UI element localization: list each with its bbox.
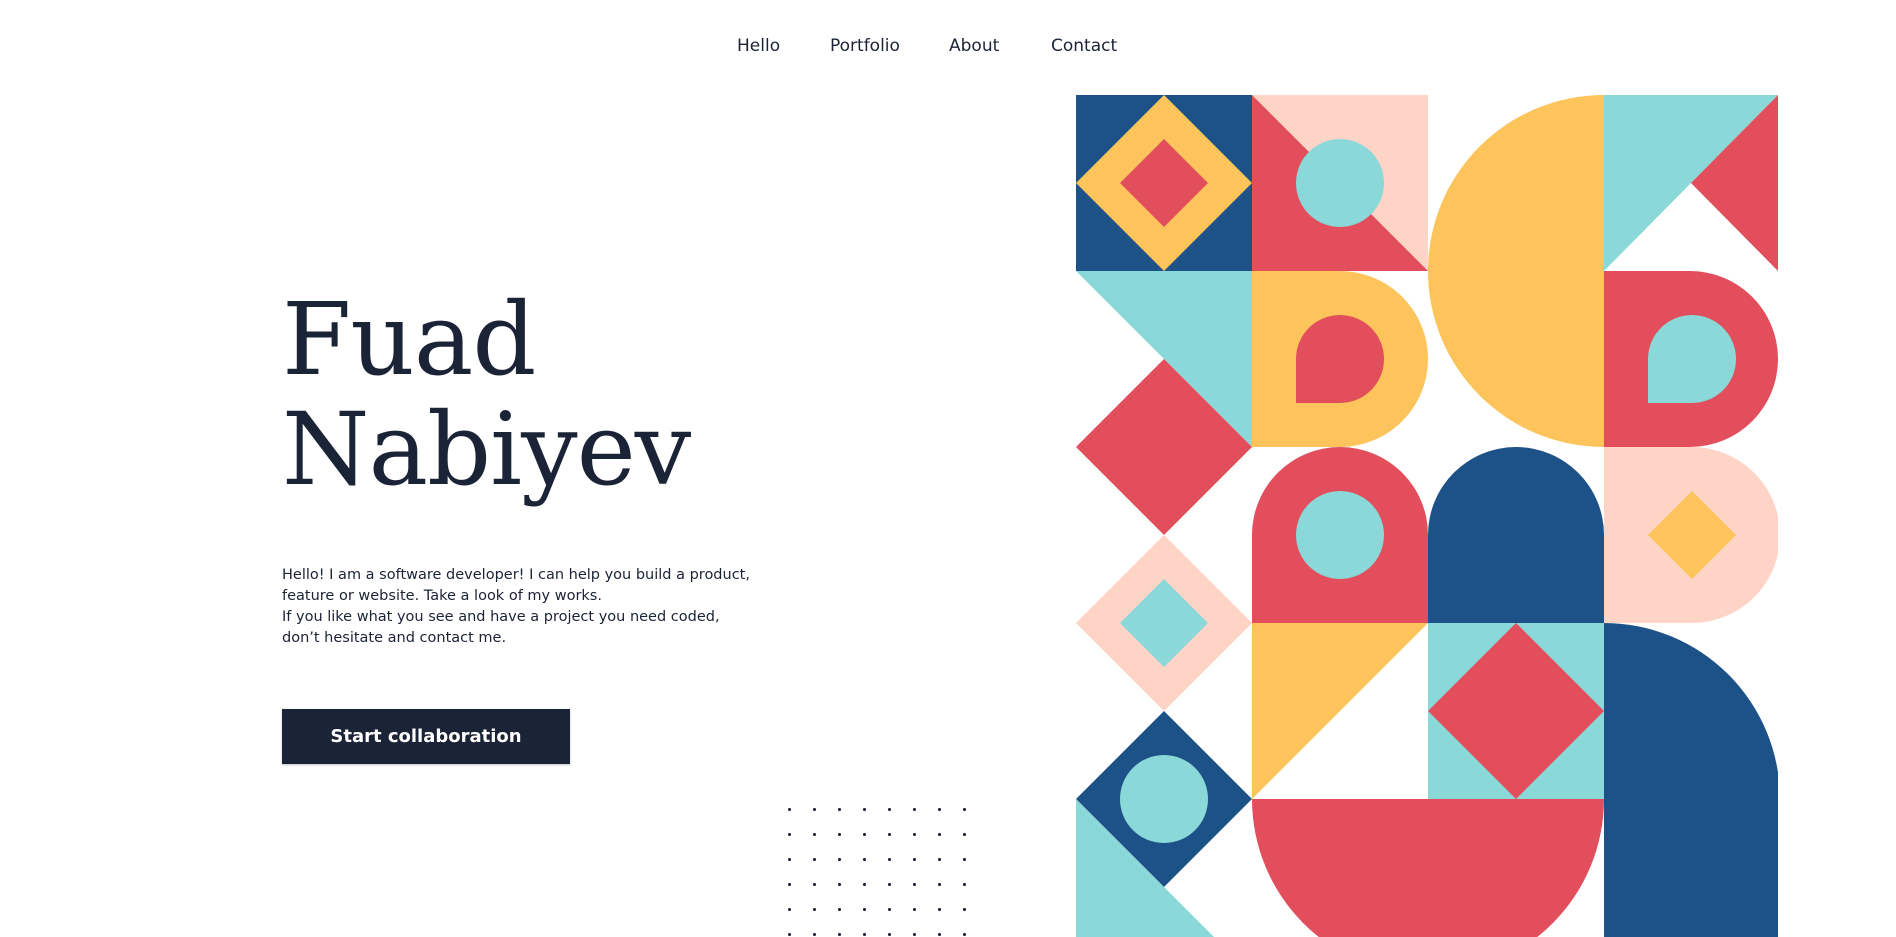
tile-navy-diamond <box>1076 95 1252 271</box>
tile-coral-bowl <box>1252 799 1604 937</box>
tile-teal-triangles <box>1604 95 1778 271</box>
tile-peach-diamond <box>1076 535 1252 711</box>
nav-link-hello[interactable]: Hello <box>737 34 780 58</box>
tile-teal-coral-square <box>1428 623 1604 799</box>
start-collaboration-button[interactable]: Start collaboration <box>282 709 570 764</box>
tile-teal-coral-diamond <box>1076 271 1252 535</box>
nav-link-contact[interactable]: Contact <box>1051 34 1117 58</box>
intro-paragraph-1: Hello! I am a software developer! I can … <box>282 567 750 604</box>
intro-paragraph-2: If you like what you see and have a proj… <box>282 609 720 646</box>
tile-coral-drop <box>1604 271 1778 447</box>
intro-text: Hello! I am a software developer! I can … <box>282 565 752 649</box>
hero-last-name: Nabiyev <box>282 391 691 508</box>
main-nav: Hello Portfolio About Contact <box>0 34 1896 58</box>
nav-link-portfolio[interactable]: Portfolio <box>830 34 900 58</box>
tile-peach-circle <box>1252 95 1428 271</box>
tile-navy-large-half-circle <box>1604 623 1778 937</box>
hero-first-name: Fuad <box>282 281 536 398</box>
nav-link-about[interactable]: About <box>949 34 999 58</box>
hero-name: Fuad Nabiyev <box>282 281 691 508</box>
tile-gold-triangle <box>1252 623 1428 799</box>
tile-peach-circle-diamond <box>1604 447 1778 623</box>
dot-grid-decoration <box>777 797 967 937</box>
geometric-pattern-illustration <box>1076 95 1778 937</box>
tile-gold-half-circle <box>1428 95 1604 447</box>
tile-gold-drop <box>1252 271 1428 447</box>
tile-navy-arch <box>1428 447 1604 623</box>
tile-coral-arch <box>1252 447 1428 623</box>
